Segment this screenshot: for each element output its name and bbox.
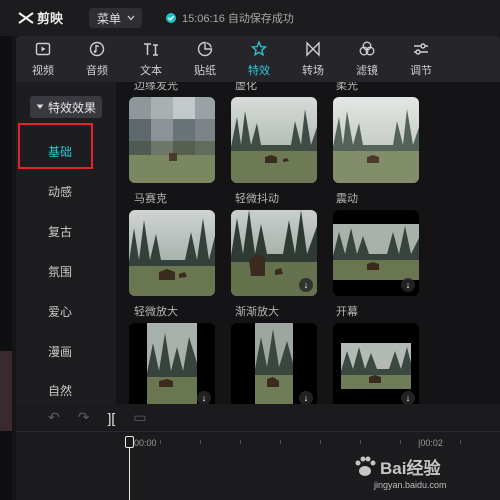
sticker-icon [197,41,213,57]
baidu-watermark: Bai经验 jingyan.baidu.com [352,450,492,496]
tool-tabs: 视频 音频 文本 贴纸 特效 转场 滤镜 调节 [16,36,500,82]
effect-thumb-slight-shake[interactable]: ↓ [231,210,317,296]
effects-grid: 边缘发光 虚化 柔光 马赛克 轻微抖动 震动 ↓ ↓ 轻微放大 渐渐放大 开幕 … [116,82,500,404]
menu-button[interactable]: 菜单 [89,8,142,28]
effect-label: 轻微抖动 [235,193,279,205]
forest-deer-image [129,210,215,296]
time-ruler-start: 00:00 [134,438,157,448]
tab-transition[interactable]: 转场 [286,36,340,82]
tab-label: 特效 [248,65,270,77]
category-item-atmosphere[interactable]: 氛围 [16,263,116,283]
tab-label: 滤镜 [356,65,378,77]
time-ruler-mark: |00:02 [418,438,443,448]
tab-text[interactable]: 文本 [124,36,178,82]
tab-effects[interactable]: 特效 [232,36,286,82]
tab-label: 视频 [32,65,54,77]
effect-label: 马赛克 [134,193,167,205]
capcut-logo-icon [18,11,34,24]
delete-icon[interactable]: ▭ [133,409,146,426]
effect-thumb-edge-glow[interactable] [129,97,215,183]
tab-label: 转场 [302,65,324,77]
effect-label: 轻微放大 [134,306,178,318]
download-icon[interactable]: ↓ [197,391,211,404]
tab-sticker[interactable]: 贴纸 [178,36,232,82]
transition-icon [306,41,320,57]
category-item-love[interactable]: 爱心 [16,303,116,323]
highlight-annotation-box [18,123,93,169]
effect-label: 开幕 [336,306,358,318]
audio-icon [89,41,105,57]
forest-deer-image [333,97,419,183]
effect-label: 虚化 [235,82,257,92]
undo-icon[interactable]: ↶ [48,409,60,426]
split-icon[interactable]: ][ [107,410,115,426]
timeline-toolbar: ↶ ↷ ][ ▭ [16,404,500,432]
effect-label: 震动 [336,193,358,205]
effect-label: 柔光 [336,82,358,92]
caret-down-icon [36,104,44,109]
watermark-url: jingyan.baidu.com [374,480,447,490]
video-icon [35,42,51,56]
download-icon[interactable]: ↓ [401,278,415,292]
save-status: 15:06:16 自动保存成功 [166,10,294,26]
category-item-comic[interactable]: 漫画 [16,343,116,363]
app-name: 剪映 [37,11,64,26]
adjust-icon [414,43,428,55]
category-header-label: 特效效果 [48,100,97,115]
app-logo: 剪映 [18,8,63,27]
tab-video[interactable]: 视频 [16,36,70,82]
save-status-text: 15:06:16 自动保存成功 [182,13,294,25]
redo-icon[interactable]: ↷ [78,409,90,426]
effect-thumb-blur[interactable] [231,97,317,183]
tab-filter[interactable]: 滤镜 [340,36,394,82]
text-icon [144,43,158,56]
effect-thumb-slight-zoom[interactable]: ↓ [129,323,215,404]
effect-thumb-vibrate[interactable]: ↓ [333,210,419,296]
effect-thumb-gradual-zoom[interactable]: ↓ [231,323,317,404]
menu-label: 菜单 [97,11,122,26]
chevron-down-icon [127,15,135,21]
paw-logo-icon [355,456,376,476]
effect-category-header[interactable]: 特效效果 [30,96,102,118]
playhead-handle[interactable] [125,436,134,448]
category-item-dynamic[interactable]: 动感 [16,183,116,203]
tab-audio[interactable]: 音频 [70,36,124,82]
download-icon[interactable]: ↓ [299,391,313,404]
watermark-text: Bai经验 [380,459,441,478]
category-item-retro[interactable]: 复古 [16,223,116,243]
effect-thumb-soft-light[interactable] [333,97,419,183]
effect-thumb-opening[interactable]: ↓ [333,323,419,404]
category-item-nature[interactable]: 自然 [16,382,116,402]
title-bar: 剪映 菜单 15:06:16 自动保存成功 [0,0,500,36]
tab-label: 调节 [410,65,432,77]
tab-label: 贴纸 [194,65,216,77]
check-circle-icon [166,13,176,23]
effect-thumb-mosaic[interactable] [129,210,215,296]
download-icon[interactable]: ↓ [401,391,415,404]
tab-label: 音频 [86,65,108,77]
forest-deer-image [231,97,317,183]
mosaic-preview-image [129,97,215,183]
effect-label: 边缘发光 [134,82,178,92]
outer-panel-strip [0,36,12,500]
effects-icon [250,40,268,57]
tab-label: 文本 [140,65,162,77]
filter-icon [359,41,375,56]
effect-label: 渐渐放大 [235,306,279,318]
tab-adjust[interactable]: 调节 [394,36,448,82]
download-icon[interactable]: ↓ [299,278,313,292]
